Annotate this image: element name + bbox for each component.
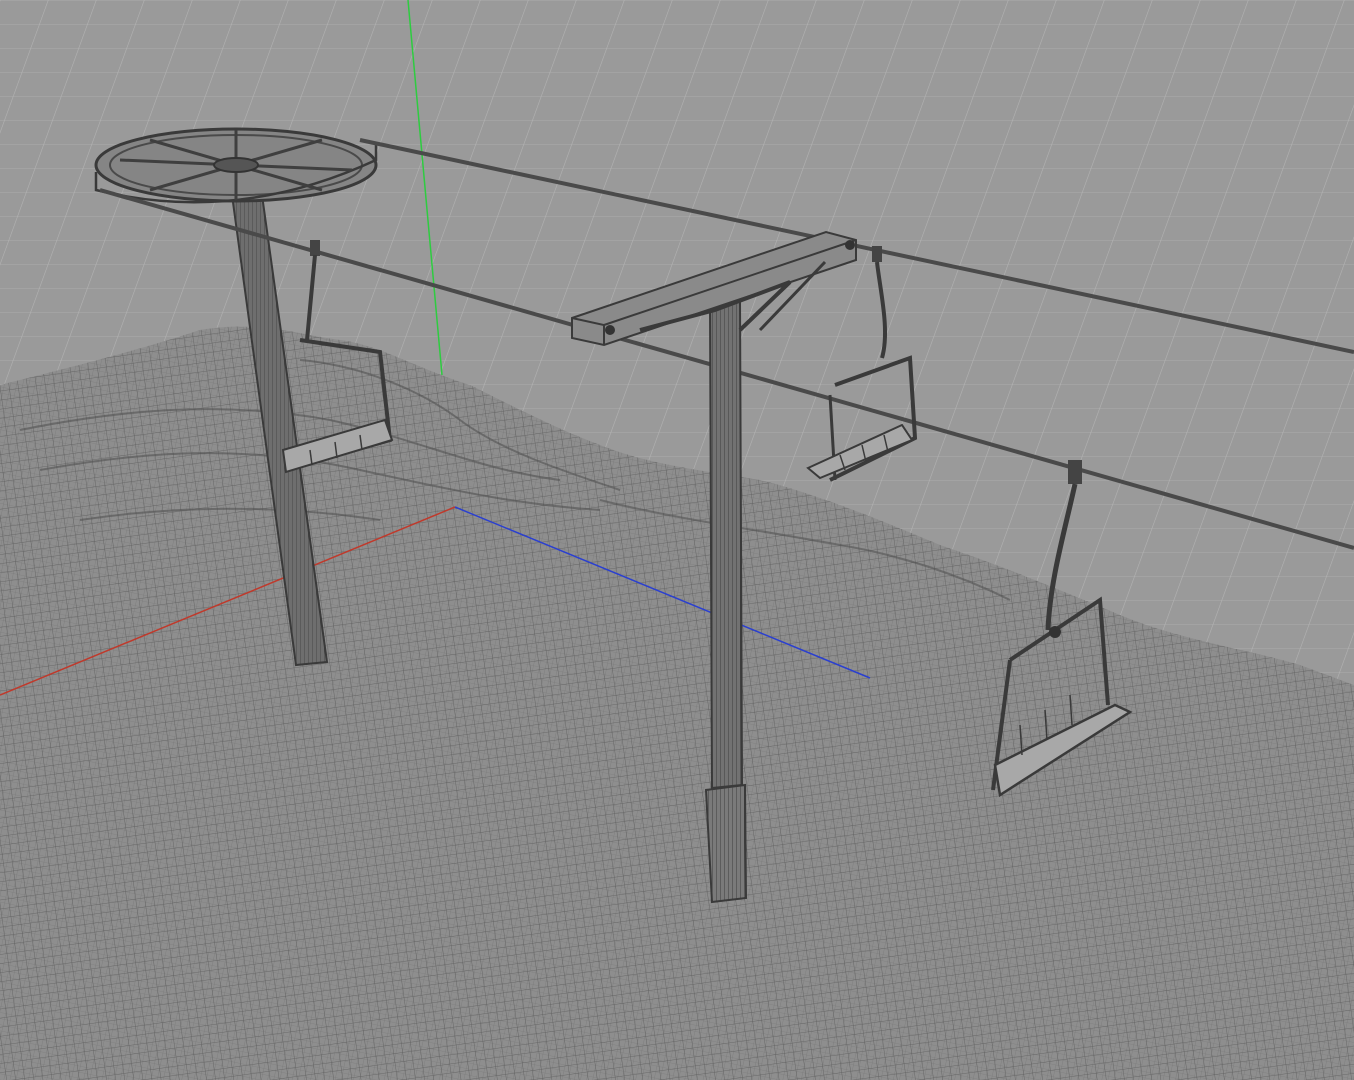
viewport-canvas[interactable] xyxy=(0,0,1354,1080)
3d-viewport[interactable] xyxy=(0,0,1354,1080)
